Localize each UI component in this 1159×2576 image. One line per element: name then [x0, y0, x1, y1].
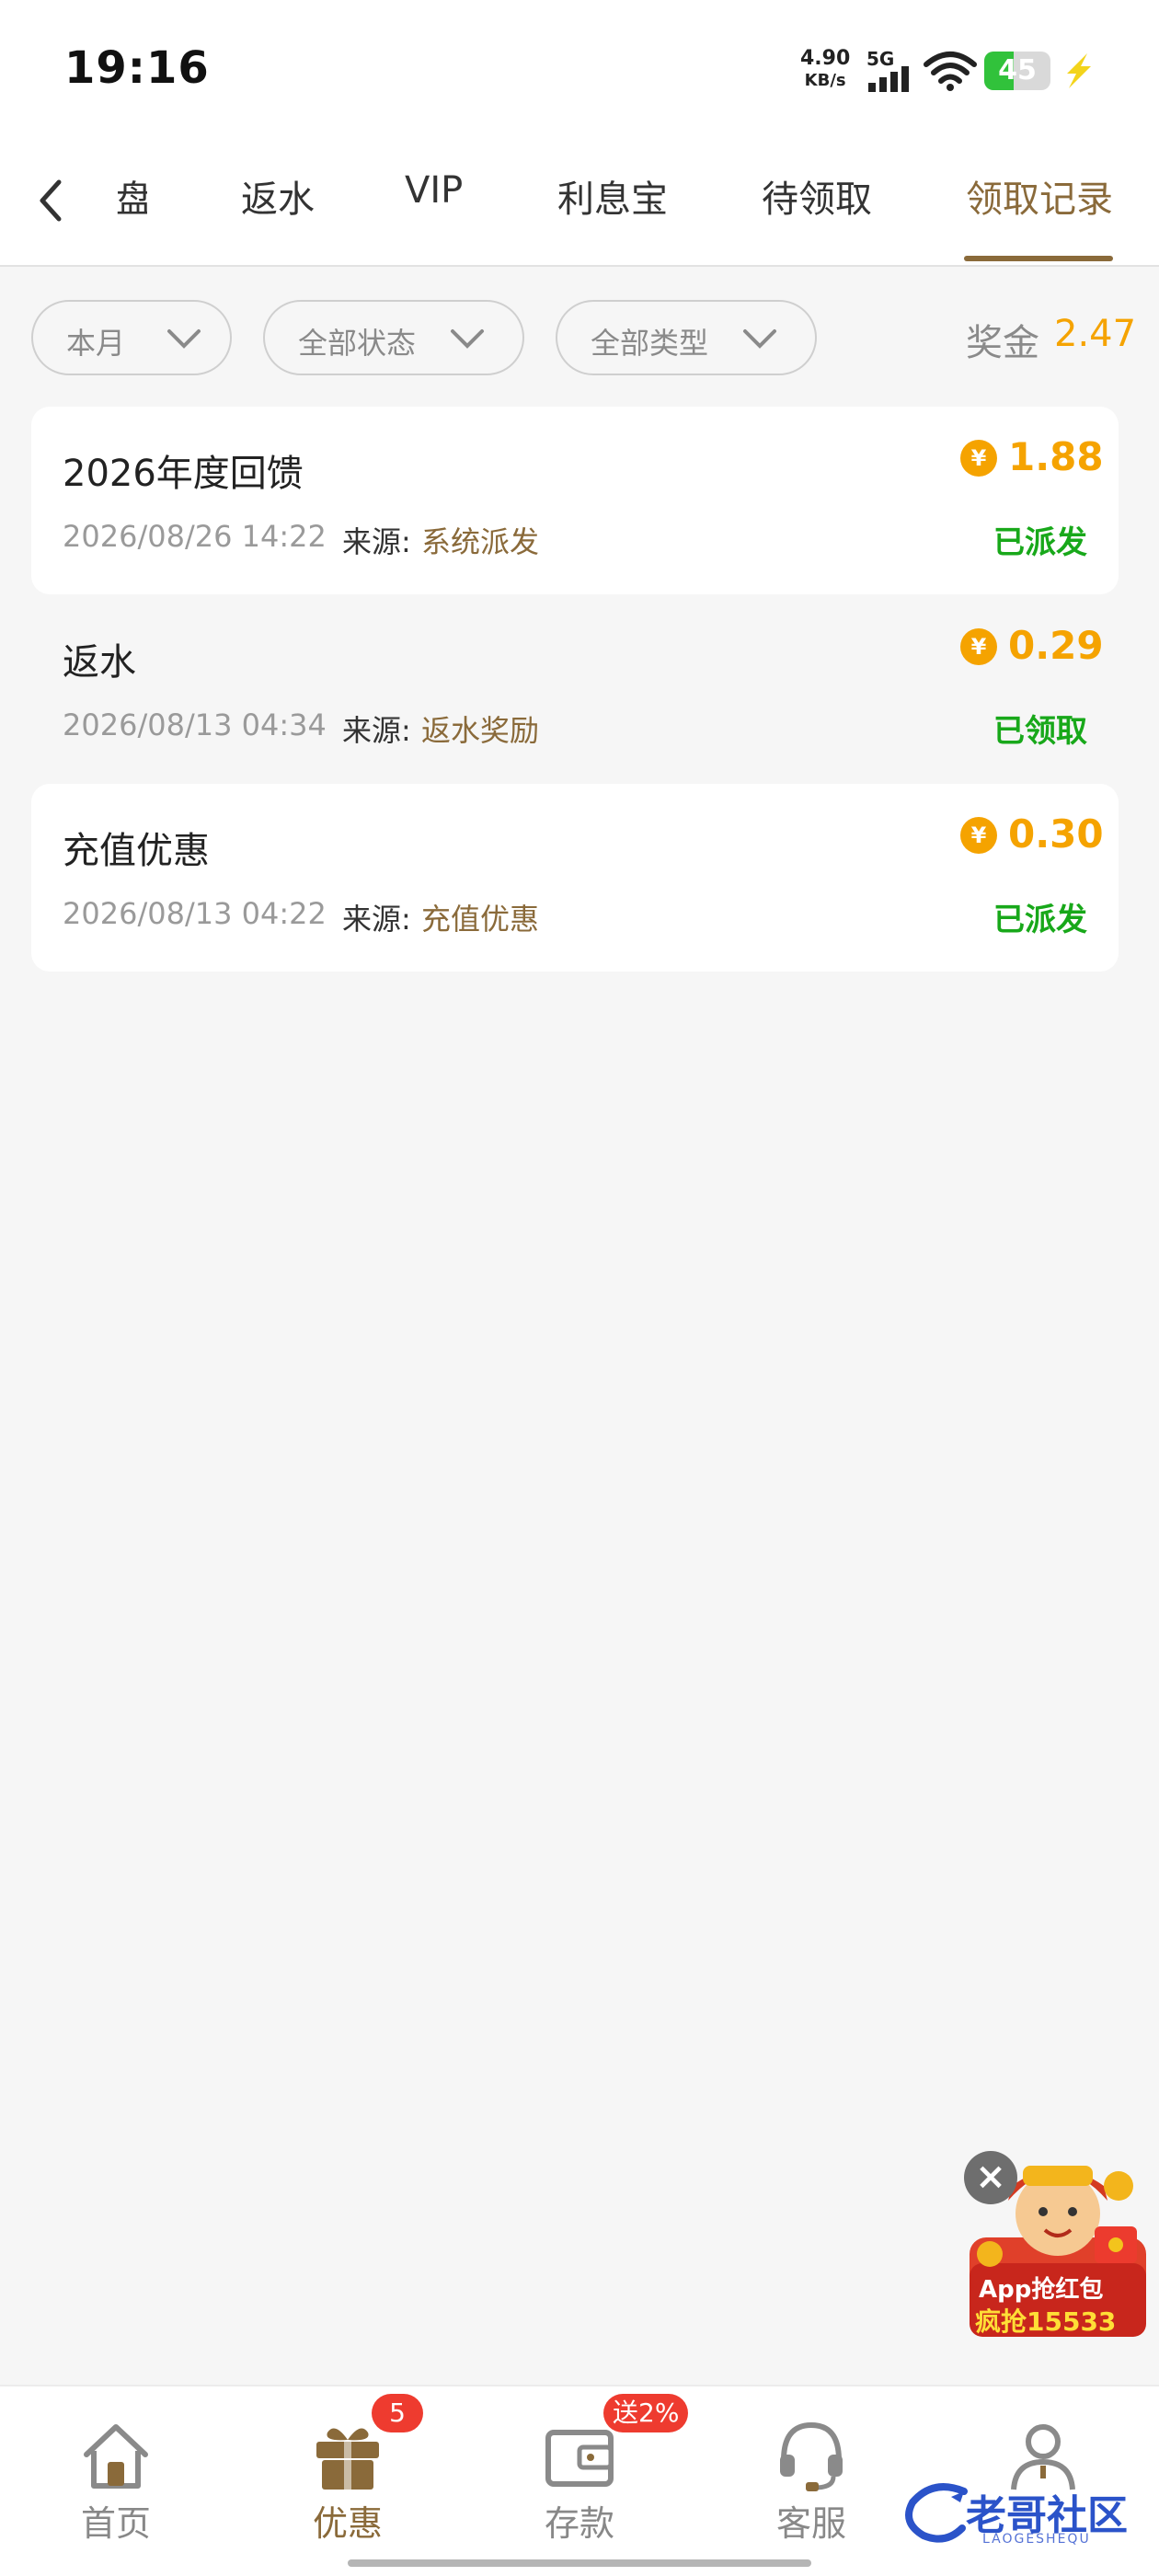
- nav-home[interactable]: 首页: [24, 2386, 208, 2552]
- record-amount: 0.30: [1008, 811, 1104, 857]
- deposit-bonus-badge: 送2%: [603, 2394, 689, 2432]
- charging-bolt-icon: [1067, 53, 1091, 88]
- wifi-icon: [924, 52, 977, 91]
- record-status: 已派发: [993, 902, 1087, 938]
- record-date: 2026/08/13 04:34: [63, 707, 327, 742]
- nav-promotions[interactable]: 优惠 5: [256, 2386, 440, 2552]
- status-bar: 19:16 4.90 KB/s 5G 45: [0, 0, 1159, 138]
- record-source: 充值优惠: [421, 902, 540, 937]
- close-icon[interactable]: ×: [964, 2151, 1017, 2204]
- back-arrow-icon[interactable]: [33, 173, 70, 228]
- dragon-logo-icon: [905, 2483, 968, 2543]
- nav-support[interactable]: 客服: [719, 2386, 903, 2552]
- record-source: 返水奖励: [421, 713, 540, 748]
- battery-indicator: 45: [984, 52, 1050, 90]
- home-indicator[interactable]: [348, 2559, 811, 2567]
- record-source-label: 来源:: [342, 713, 411, 748]
- site-watermark: 老哥社区 LAOGESHEQU: [900, 2475, 1148, 2548]
- tab-interest[interactable]: 利息宝: [557, 169, 668, 223]
- status-filter-label: 全部状态: [298, 326, 417, 361]
- bonus-label: 奖金: [966, 322, 1039, 364]
- record-title: 返水: [63, 641, 136, 684]
- record-card[interactable]: 2026年度回馈 ¥ 1.88 2026/08/26 14:22 来源: 系统派…: [31, 407, 1119, 594]
- tab-rebate[interactable]: 返水: [241, 169, 315, 223]
- net-speed: 4.90 KB/s: [800, 48, 850, 92]
- type-filter-label: 全部类型: [591, 326, 709, 361]
- tab-vip[interactable]: VIP: [405, 169, 463, 212]
- gift-icon: [316, 2428, 379, 2490]
- status-filter[interactable]: 全部状态: [263, 300, 524, 375]
- record-title: 充值优惠: [63, 830, 210, 872]
- record-source: 系统派发: [421, 524, 540, 559]
- type-filter[interactable]: 全部类型: [556, 300, 817, 375]
- record-title: 2026年度回馈: [63, 453, 304, 495]
- nav-home-label: 首页: [80, 2503, 151, 2544]
- net-speed-unit: KB/s: [804, 71, 846, 90]
- promo-count: 疯抢15533: [975, 2306, 1117, 2337]
- wallet-icon: [545, 2430, 614, 2487]
- bonus-total: 2.47: [1054, 313, 1137, 355]
- home-icon: [84, 2424, 148, 2489]
- headset-icon: [780, 2421, 843, 2491]
- record-status: 已领取: [993, 713, 1087, 750]
- chevron-down-icon: [167, 329, 201, 349]
- tab-pending[interactable]: 待领取: [762, 169, 872, 223]
- nav-promotions-label: 优惠: [312, 2503, 383, 2544]
- red-packet-promo[interactable]: × App抢红包 疯抢15533: [962, 2149, 1150, 2339]
- coin-icon: ¥: [960, 628, 997, 665]
- nav-deposit[interactable]: 存款 送2%: [488, 2386, 689, 2552]
- chevron-down-icon: [743, 329, 776, 349]
- month-filter[interactable]: 本月: [31, 300, 232, 375]
- status-time: 19:16: [64, 42, 210, 94]
- nav-support-label: 客服: [775, 2503, 846, 2544]
- tab-claim-records[interactable]: 领取记录: [966, 169, 1113, 223]
- coin-icon: ¥: [960, 440, 997, 477]
- record-amount: 1.88: [1008, 434, 1104, 479]
- tab-bar: 盘 返水 VIP 利息宝 待领取 领取记录: [0, 138, 1159, 267]
- promotions-badge: 5: [372, 2394, 423, 2432]
- record-amount: 0.29: [1008, 623, 1104, 668]
- record-card[interactable]: 返水 ¥ 0.29 2026/08/13 04:34 来源: 返水奖励 已领取: [31, 595, 1119, 783]
- record-card[interactable]: 充值优惠 ¥ 0.30 2026/08/13 04:22 来源: 充值优惠 已派…: [31, 784, 1119, 972]
- record-status: 已派发: [993, 524, 1087, 561]
- tab-partial[interactable]: 盘: [116, 169, 147, 223]
- net-speed-value: 4.90: [800, 47, 851, 70]
- chevron-down-icon: [451, 329, 484, 349]
- signal-icon: [868, 66, 909, 92]
- record-source-label: 来源:: [342, 902, 411, 937]
- battery-level: 45: [998, 54, 1037, 86]
- record-source-label: 来源:: [342, 524, 411, 559]
- nav-deposit-label: 存款: [544, 2503, 614, 2544]
- watermark-subtext: LAOGESHEQU: [982, 2532, 1091, 2547]
- promo-title: App抢红包: [979, 2276, 1104, 2304]
- coin-icon: ¥: [960, 817, 997, 854]
- record-date: 2026/08/26 14:22: [63, 519, 327, 554]
- month-filter-label: 本月: [66, 326, 126, 361]
- active-tab-indicator: [964, 256, 1113, 261]
- record-date: 2026/08/13 04:22: [63, 896, 327, 931]
